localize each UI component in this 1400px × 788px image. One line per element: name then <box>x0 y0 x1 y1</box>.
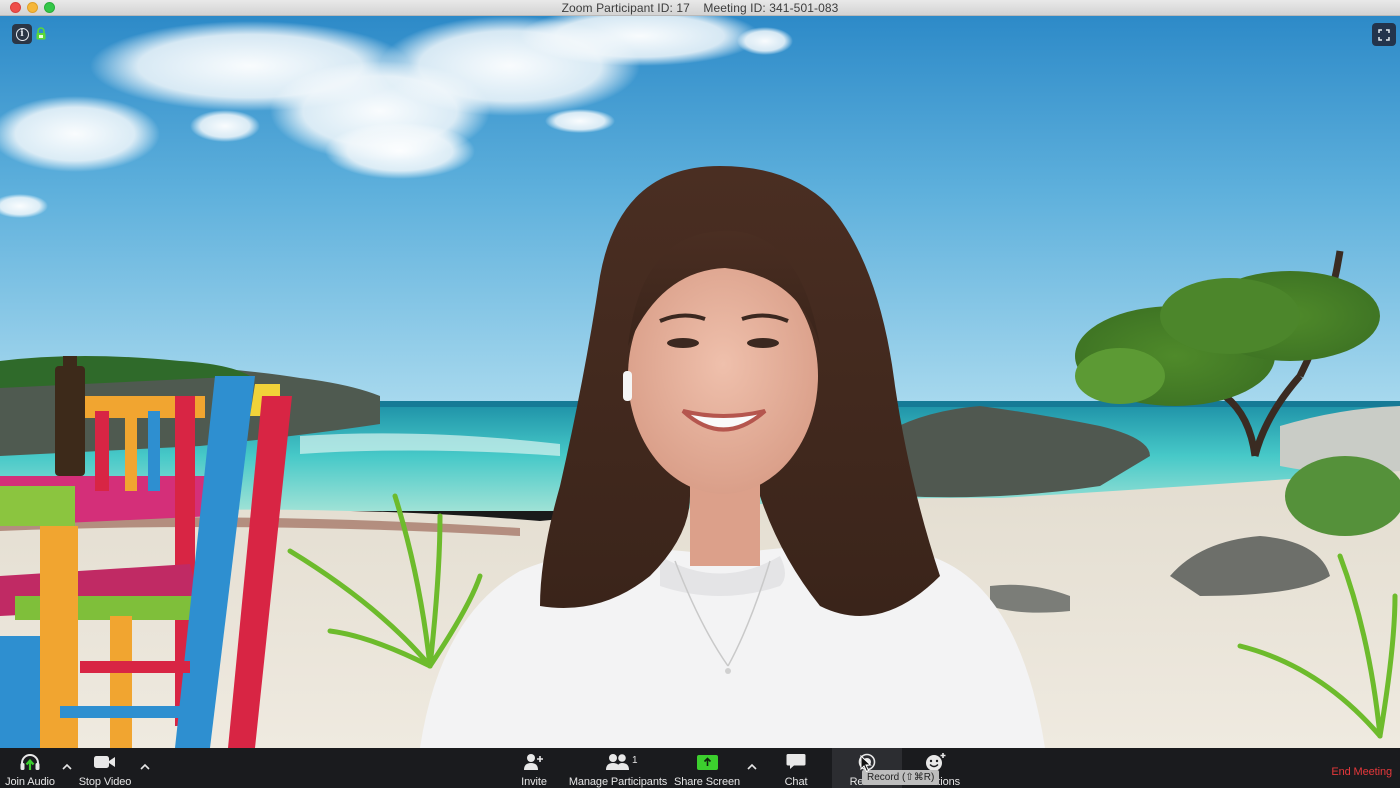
fullscreen-button[interactable] <box>1372 23 1396 46</box>
end-meeting-button[interactable]: End Meeting <box>1331 766 1392 778</box>
share-screen-icon <box>696 754 718 770</box>
info-icon: i <box>15 27 29 41</box>
share-options-caret-icon[interactable] <box>746 761 758 773</box>
invite-label: Invite <box>521 776 547 788</box>
headphones-icon <box>20 754 40 770</box>
stop-video-label: Stop Video <box>78 776 132 788</box>
chat-label: Chat <box>784 776 808 788</box>
join-audio-label: Join Audio <box>5 776 55 788</box>
mouse-cursor-icon <box>860 755 872 773</box>
window-title: Zoom Participant ID: 17 Meeting ID: 341-… <box>0 1 1400 15</box>
add-person-icon <box>524 754 543 770</box>
invite-button[interactable]: Invite <box>518 748 550 788</box>
participant-id: Zoom Participant ID: 17 <box>561 1 690 15</box>
lock-icon[interactable] <box>36 27 46 40</box>
meeting-id: Meeting ID: 341-501-083 <box>703 1 839 15</box>
video-camera-icon <box>94 756 115 768</box>
join-audio-button[interactable]: Join Audio <box>4 748 56 788</box>
participant-count: 1 <box>632 755 638 766</box>
title-bar: Zoom Participant ID: 17 Meeting ID: 341-… <box>0 0 1400 16</box>
virtual-background <box>0 16 1400 748</box>
zoom-meeting-window: Zoom Participant ID: 17 Meeting ID: 341-… <box>0 0 1400 788</box>
manage-participants-button[interactable]: Manage Participants <box>568 748 668 788</box>
video-options-caret-icon[interactable] <box>139 761 151 773</box>
share-screen-label: Share Screen <box>673 776 741 788</box>
reactions-smiley-icon <box>926 753 946 771</box>
stop-video-button[interactable]: Stop Video <box>78 748 132 788</box>
meeting-toolbar: Join Audio Stop Video Invite Manage Part… <box>0 748 1400 788</box>
manage-participants-label: Manage Participants <box>568 776 668 788</box>
fullscreen-icon <box>1378 28 1390 41</box>
share-screen-button[interactable]: Share Screen <box>673 748 741 788</box>
video-area: i <box>0 16 1400 748</box>
chat-button[interactable]: Chat <box>780 748 812 788</box>
participants-icon <box>606 754 629 770</box>
meeting-info-button[interactable]: i <box>12 24 32 44</box>
record-tooltip: Record (⇧⌘R) <box>862 770 940 785</box>
audio-options-caret-icon[interactable] <box>61 761 73 773</box>
chat-bubble-icon <box>786 754 806 769</box>
